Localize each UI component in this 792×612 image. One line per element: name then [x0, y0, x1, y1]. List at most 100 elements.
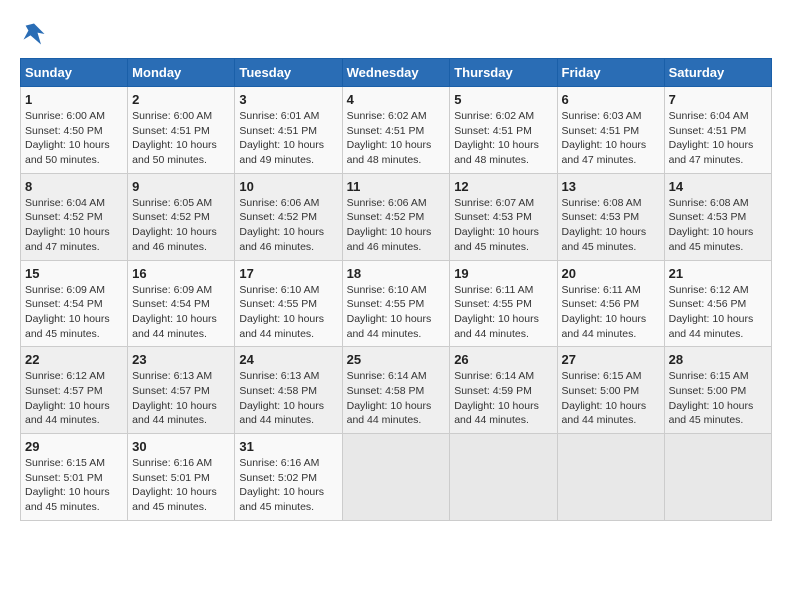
- day-number: 21: [669, 266, 767, 281]
- day-info: Sunrise: 6:06 AM Sunset: 4:52 PM Dayligh…: [239, 196, 337, 255]
- day-info: Sunrise: 6:16 AM Sunset: 5:02 PM Dayligh…: [239, 456, 337, 515]
- day-info: Sunrise: 6:15 AM Sunset: 5:01 PM Dayligh…: [25, 456, 123, 515]
- calendar-week-4: 22 Sunrise: 6:12 AM Sunset: 4:57 PM Dayl…: [21, 347, 772, 434]
- calendar-cell: 3 Sunrise: 6:01 AM Sunset: 4:51 PM Dayli…: [235, 87, 342, 174]
- day-number: 31: [239, 439, 337, 454]
- weekday-header-tuesday: Tuesday: [235, 59, 342, 87]
- day-number: 4: [347, 92, 446, 107]
- day-number: 6: [562, 92, 660, 107]
- day-number: 19: [454, 266, 552, 281]
- day-number: 16: [132, 266, 230, 281]
- day-info: Sunrise: 6:14 AM Sunset: 4:59 PM Dayligh…: [454, 369, 552, 428]
- day-info: Sunrise: 6:00 AM Sunset: 4:50 PM Dayligh…: [25, 109, 123, 168]
- day-info: Sunrise: 6:09 AM Sunset: 4:54 PM Dayligh…: [132, 283, 230, 342]
- calendar-cell: 6 Sunrise: 6:03 AM Sunset: 4:51 PM Dayli…: [557, 87, 664, 174]
- calendar-cell: 21 Sunrise: 6:12 AM Sunset: 4:56 PM Dayl…: [664, 260, 771, 347]
- day-number: 1: [25, 92, 123, 107]
- calendar-cell: [557, 434, 664, 521]
- day-info: Sunrise: 6:08 AM Sunset: 4:53 PM Dayligh…: [562, 196, 660, 255]
- day-info: Sunrise: 6:16 AM Sunset: 5:01 PM Dayligh…: [132, 456, 230, 515]
- day-number: 10: [239, 179, 337, 194]
- day-number: 14: [669, 179, 767, 194]
- day-info: Sunrise: 6:13 AM Sunset: 4:57 PM Dayligh…: [132, 369, 230, 428]
- calendar-cell: 1 Sunrise: 6:00 AM Sunset: 4:50 PM Dayli…: [21, 87, 128, 174]
- day-info: Sunrise: 6:04 AM Sunset: 4:51 PM Dayligh…: [669, 109, 767, 168]
- day-number: 28: [669, 352, 767, 367]
- calendar-cell: 14 Sunrise: 6:08 AM Sunset: 4:53 PM Dayl…: [664, 173, 771, 260]
- day-number: 26: [454, 352, 552, 367]
- day-info: Sunrise: 6:07 AM Sunset: 4:53 PM Dayligh…: [454, 196, 552, 255]
- day-number: 15: [25, 266, 123, 281]
- day-number: 23: [132, 352, 230, 367]
- day-info: Sunrise: 6:04 AM Sunset: 4:52 PM Dayligh…: [25, 196, 123, 255]
- weekday-header-sunday: Sunday: [21, 59, 128, 87]
- day-number: 17: [239, 266, 337, 281]
- calendar-cell: 10 Sunrise: 6:06 AM Sunset: 4:52 PM Dayl…: [235, 173, 342, 260]
- day-info: Sunrise: 6:15 AM Sunset: 5:00 PM Dayligh…: [562, 369, 660, 428]
- day-info: Sunrise: 6:12 AM Sunset: 4:57 PM Dayligh…: [25, 369, 123, 428]
- calendar-cell: 30 Sunrise: 6:16 AM Sunset: 5:01 PM Dayl…: [128, 434, 235, 521]
- day-number: 24: [239, 352, 337, 367]
- calendar-cell: 27 Sunrise: 6:15 AM Sunset: 5:00 PM Dayl…: [557, 347, 664, 434]
- day-info: Sunrise: 6:03 AM Sunset: 4:51 PM Dayligh…: [562, 109, 660, 168]
- calendar-cell: 17 Sunrise: 6:10 AM Sunset: 4:55 PM Dayl…: [235, 260, 342, 347]
- calendar-cell: 15 Sunrise: 6:09 AM Sunset: 4:54 PM Dayl…: [21, 260, 128, 347]
- day-info: Sunrise: 6:08 AM Sunset: 4:53 PM Dayligh…: [669, 196, 767, 255]
- weekday-header-thursday: Thursday: [450, 59, 557, 87]
- day-info: Sunrise: 6:10 AM Sunset: 4:55 PM Dayligh…: [239, 283, 337, 342]
- day-info: Sunrise: 6:00 AM Sunset: 4:51 PM Dayligh…: [132, 109, 230, 168]
- day-info: Sunrise: 6:09 AM Sunset: 4:54 PM Dayligh…: [25, 283, 123, 342]
- calendar-cell: 19 Sunrise: 6:11 AM Sunset: 4:55 PM Dayl…: [450, 260, 557, 347]
- day-number: 3: [239, 92, 337, 107]
- weekday-header-monday: Monday: [128, 59, 235, 87]
- calendar-cell: 16 Sunrise: 6:09 AM Sunset: 4:54 PM Dayl…: [128, 260, 235, 347]
- calendar-cell: 4 Sunrise: 6:02 AM Sunset: 4:51 PM Dayli…: [342, 87, 450, 174]
- calendar-week-3: 15 Sunrise: 6:09 AM Sunset: 4:54 PM Dayl…: [21, 260, 772, 347]
- weekday-header-wednesday: Wednesday: [342, 59, 450, 87]
- day-info: Sunrise: 6:05 AM Sunset: 4:52 PM Dayligh…: [132, 196, 230, 255]
- logo: [20, 20, 52, 48]
- day-number: 30: [132, 439, 230, 454]
- calendar-cell: 11 Sunrise: 6:06 AM Sunset: 4:52 PM Dayl…: [342, 173, 450, 260]
- calendar: SundayMondayTuesdayWednesdayThursdayFrid…: [20, 58, 772, 521]
- calendar-cell: 2 Sunrise: 6:00 AM Sunset: 4:51 PM Dayli…: [128, 87, 235, 174]
- day-info: Sunrise: 6:14 AM Sunset: 4:58 PM Dayligh…: [347, 369, 446, 428]
- day-number: 2: [132, 92, 230, 107]
- weekday-header-friday: Friday: [557, 59, 664, 87]
- calendar-cell: [450, 434, 557, 521]
- calendar-cell: 31 Sunrise: 6:16 AM Sunset: 5:02 PM Dayl…: [235, 434, 342, 521]
- day-number: 11: [347, 179, 446, 194]
- day-number: 13: [562, 179, 660, 194]
- day-number: 9: [132, 179, 230, 194]
- day-number: 29: [25, 439, 123, 454]
- calendar-cell: 12 Sunrise: 6:07 AM Sunset: 4:53 PM Dayl…: [450, 173, 557, 260]
- day-number: 25: [347, 352, 446, 367]
- day-info: Sunrise: 6:12 AM Sunset: 4:56 PM Dayligh…: [669, 283, 767, 342]
- calendar-cell: 22 Sunrise: 6:12 AM Sunset: 4:57 PM Dayl…: [21, 347, 128, 434]
- day-number: 22: [25, 352, 123, 367]
- calendar-cell: 5 Sunrise: 6:02 AM Sunset: 4:51 PM Dayli…: [450, 87, 557, 174]
- weekday-header-saturday: Saturday: [664, 59, 771, 87]
- day-info: Sunrise: 6:01 AM Sunset: 4:51 PM Dayligh…: [239, 109, 337, 168]
- calendar-cell: 29 Sunrise: 6:15 AM Sunset: 5:01 PM Dayl…: [21, 434, 128, 521]
- calendar-cell: 26 Sunrise: 6:14 AM Sunset: 4:59 PM Dayl…: [450, 347, 557, 434]
- day-info: Sunrise: 6:13 AM Sunset: 4:58 PM Dayligh…: [239, 369, 337, 428]
- day-info: Sunrise: 6:02 AM Sunset: 4:51 PM Dayligh…: [454, 109, 552, 168]
- day-number: 27: [562, 352, 660, 367]
- day-info: Sunrise: 6:06 AM Sunset: 4:52 PM Dayligh…: [347, 196, 446, 255]
- calendar-cell: 7 Sunrise: 6:04 AM Sunset: 4:51 PM Dayli…: [664, 87, 771, 174]
- calendar-cell: [342, 434, 450, 521]
- calendar-header: SundayMondayTuesdayWednesdayThursdayFrid…: [21, 59, 772, 87]
- logo-icon: [20, 20, 48, 48]
- calendar-cell: 18 Sunrise: 6:10 AM Sunset: 4:55 PM Dayl…: [342, 260, 450, 347]
- calendar-cell: 28 Sunrise: 6:15 AM Sunset: 5:00 PM Dayl…: [664, 347, 771, 434]
- calendar-week-5: 29 Sunrise: 6:15 AM Sunset: 5:01 PM Dayl…: [21, 434, 772, 521]
- day-info: Sunrise: 6:11 AM Sunset: 4:56 PM Dayligh…: [562, 283, 660, 342]
- day-info: Sunrise: 6:02 AM Sunset: 4:51 PM Dayligh…: [347, 109, 446, 168]
- page-header: [20, 20, 772, 48]
- day-info: Sunrise: 6:11 AM Sunset: 4:55 PM Dayligh…: [454, 283, 552, 342]
- calendar-cell: 20 Sunrise: 6:11 AM Sunset: 4:56 PM Dayl…: [557, 260, 664, 347]
- calendar-cell: 24 Sunrise: 6:13 AM Sunset: 4:58 PM Dayl…: [235, 347, 342, 434]
- calendar-cell: 23 Sunrise: 6:13 AM Sunset: 4:57 PM Dayl…: [128, 347, 235, 434]
- calendar-cell: 25 Sunrise: 6:14 AM Sunset: 4:58 PM Dayl…: [342, 347, 450, 434]
